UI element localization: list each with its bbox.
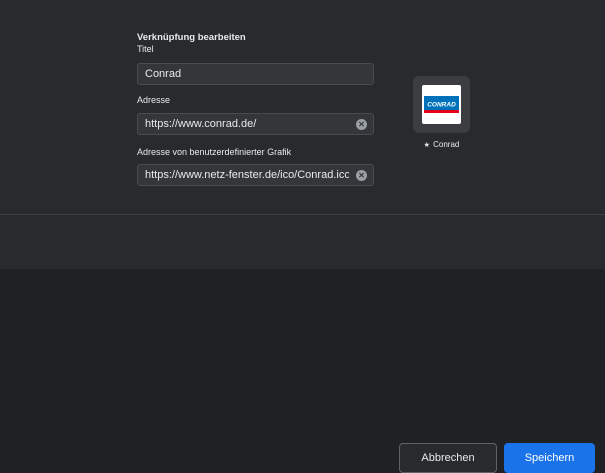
shortcut-preview-tile: CONRAD (413, 76, 470, 133)
clear-custom-image-icon[interactable]: ✕ (356, 170, 367, 181)
conrad-logo-graphic: CONRAD (424, 96, 459, 113)
custom-image-input[interactable] (138, 165, 373, 185)
edit-shortcut-dialog: Verknüpfung bearbeiten Titel Adresse ✕ A… (0, 0, 605, 473)
shortcut-star-icon: ★ (423, 142, 430, 149)
title-label: Titel (137, 44, 154, 54)
address-input[interactable] (138, 114, 373, 134)
dialog-body: Verknüpfung bearbeiten Titel Adresse ✕ A… (0, 0, 605, 214)
clear-address-icon[interactable]: ✕ (356, 119, 367, 130)
dialog-title: Verknüpfung bearbeiten (137, 32, 246, 43)
custom-image-field-wrapper: ✕ (137, 164, 374, 186)
address-label: Adresse (137, 95, 171, 105)
dialog-footer: Abbrechen Speichern (0, 215, 605, 473)
save-button[interactable]: Speichern (504, 443, 595, 473)
cancel-button[interactable]: Abbrechen (399, 443, 497, 473)
preview-caption: ★ Conrad (413, 140, 470, 149)
custom-image-label: Adresse von benutzerdefinierter Grafik (137, 147, 292, 157)
address-field-wrapper: ✕ (137, 113, 374, 135)
preview-caption-text: Conrad (433, 140, 460, 149)
conrad-logo-text: CONRAD (427, 102, 456, 109)
conrad-logo: CONRAD (422, 85, 461, 124)
title-input[interactable] (138, 64, 373, 84)
title-field-wrapper (137, 63, 374, 85)
